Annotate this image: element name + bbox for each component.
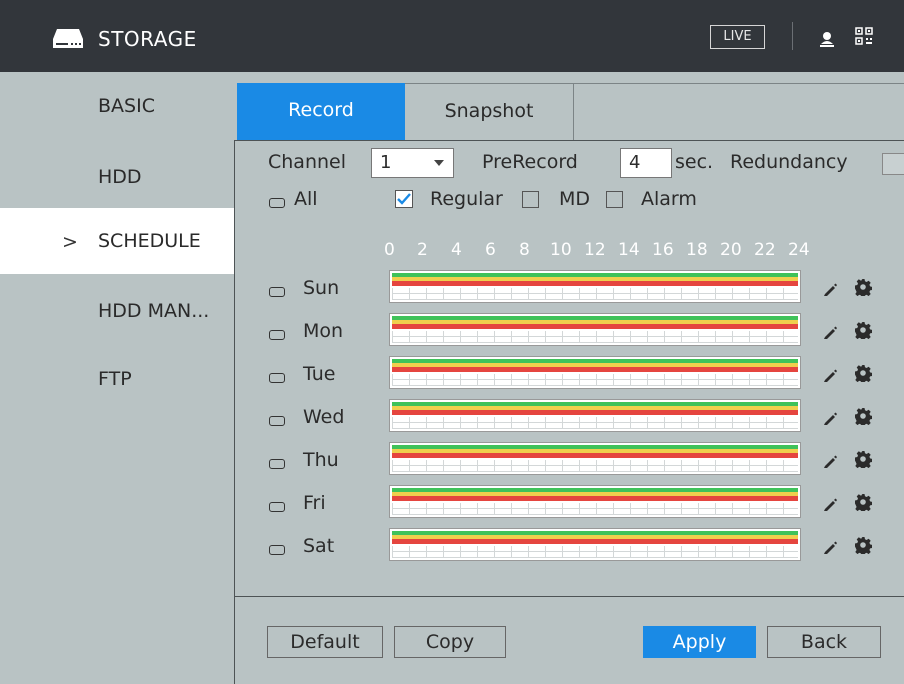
day-toggle-fri[interactable]	[269, 502, 285, 512]
day-toggle-sat[interactable]	[269, 545, 285, 555]
pencil-icon[interactable]	[822, 410, 838, 426]
default-button[interactable]: Default	[267, 626, 383, 658]
user-icon[interactable]	[820, 31, 834, 47]
checkmark-icon	[397, 193, 411, 205]
day-toggle-sun[interactable]	[269, 287, 285, 297]
md-label: MD	[559, 188, 591, 210]
redundancy-label: Redundancy	[730, 151, 848, 173]
hour-tick: 18	[686, 240, 708, 260]
md-checkbox[interactable]	[522, 191, 539, 208]
hour-tick: 4	[451, 240, 462, 260]
gear-icon[interactable]	[854, 321, 872, 339]
prerecord-input[interactable]: 4	[620, 148, 672, 178]
live-button[interactable]: LIVE	[710, 25, 765, 49]
timeline-fri[interactable]	[389, 485, 801, 518]
apply-button[interactable]: Apply	[643, 626, 756, 658]
timeline-mon[interactable]	[389, 313, 801, 346]
day-label-thu: Thu	[303, 449, 339, 471]
day-toggle-tue[interactable]	[269, 373, 285, 383]
hour-tick: 12	[584, 240, 606, 260]
regular-checkbox[interactable]	[395, 190, 413, 208]
pencil-icon[interactable]	[822, 324, 838, 340]
qr-code-icon[interactable]	[855, 27, 873, 45]
page-title: STORAGE	[98, 27, 197, 51]
day-label-fri: Fri	[303, 492, 326, 514]
timeline-sat[interactable]	[389, 528, 801, 561]
timeline-sun[interactable]	[389, 270, 801, 303]
day-toggle-thu[interactable]	[269, 459, 285, 469]
hour-tick: 10	[550, 240, 572, 260]
gear-icon[interactable]	[854, 536, 872, 554]
tab-bar: Record Snapshot	[234, 72, 904, 140]
pencil-icon[interactable]	[822, 281, 838, 297]
hour-tick: 6	[485, 240, 496, 260]
sec-label: sec.	[675, 151, 714, 173]
chevron-down-icon	[434, 160, 444, 166]
sidebar-item-label: HDD	[98, 166, 142, 188]
alarm-checkbox[interactable]	[606, 191, 623, 208]
gear-icon[interactable]	[854, 493, 872, 511]
back-button[interactable]: Back	[767, 626, 881, 658]
day-label-sat: Sat	[303, 535, 335, 557]
hour-tick: 0	[384, 240, 395, 260]
hour-tick: 22	[754, 240, 776, 260]
sidebar-item-basic[interactable]: BASIC	[0, 72, 234, 138]
pencil-icon[interactable]	[822, 539, 838, 555]
timeline-wed[interactable]	[389, 399, 801, 432]
header-divider	[792, 22, 793, 50]
hour-tick: 14	[618, 240, 640, 260]
tab-divider	[574, 83, 904, 84]
hdd-icon	[53, 29, 83, 48]
channel-select[interactable]: 1	[371, 148, 454, 178]
pencil-icon[interactable]	[822, 367, 838, 383]
channel-value: 1	[380, 152, 392, 173]
day-label-sun: Sun	[303, 277, 340, 299]
hour-tick: 16	[652, 240, 674, 260]
sidebar-item-hdd[interactable]: HDD	[0, 142, 234, 208]
tab-record[interactable]: Record	[237, 83, 405, 140]
sidebar-item-label: BASIC	[98, 95, 155, 117]
sidebar-item-label: HDD MAN...	[98, 300, 210, 322]
sidebar-item-hdd-manager[interactable]: HDD MAN...	[0, 278, 234, 344]
timeline-tue[interactable]	[389, 356, 801, 389]
gear-icon[interactable]	[854, 407, 872, 425]
regular-label: Regular	[430, 188, 503, 210]
gear-icon[interactable]	[854, 450, 872, 468]
timeline-thu[interactable]	[389, 442, 801, 475]
day-label-tue: Tue	[303, 363, 336, 385]
hour-tick: 8	[519, 240, 530, 260]
channel-label: Channel	[268, 151, 347, 173]
all-toggle[interactable]	[269, 198, 285, 208]
tab-snapshot[interactable]: Snapshot	[405, 83, 574, 140]
sidebar-item-label: FTP	[98, 368, 132, 390]
gear-icon[interactable]	[854, 364, 872, 382]
all-label: All	[294, 188, 318, 210]
gear-icon[interactable]	[854, 278, 872, 296]
day-label-mon: Mon	[303, 320, 344, 342]
prerecord-label: PreRecord	[482, 151, 578, 173]
footer-divider	[235, 596, 904, 597]
sidebar-item-label: SCHEDULE	[98, 230, 201, 252]
header-bar: STORAGE LIVE	[0, 0, 904, 72]
hour-tick: 2	[417, 240, 428, 260]
sidebar-item-schedule[interactable]: > SCHEDULE	[0, 208, 234, 274]
sidebar-item-ftp[interactable]: FTP	[0, 348, 234, 414]
day-toggle-mon[interactable]	[269, 330, 285, 340]
pencil-icon[interactable]	[822, 453, 838, 469]
hour-tick: 20	[720, 240, 742, 260]
chevron-right-icon: >	[62, 231, 78, 253]
redundancy-checkbox[interactable]	[882, 153, 904, 175]
alarm-label: Alarm	[641, 188, 697, 210]
sidebar: BASIC HDD > SCHEDULE HDD MAN... FTP	[0, 72, 234, 684]
day-label-wed: Wed	[303, 406, 345, 428]
pencil-icon[interactable]	[822, 496, 838, 512]
copy-button[interactable]: Copy	[394, 626, 506, 658]
day-toggle-wed[interactable]	[269, 416, 285, 426]
hour-tick: 24	[788, 240, 810, 260]
